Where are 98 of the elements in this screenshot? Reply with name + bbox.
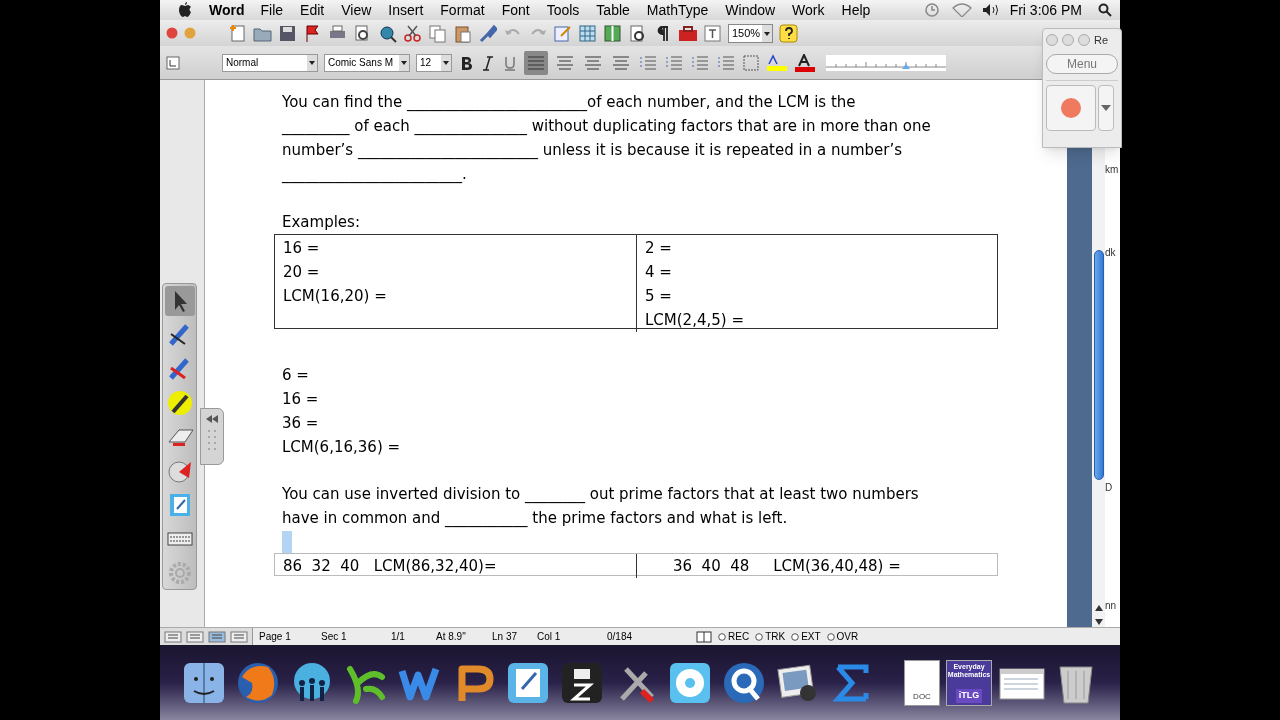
close-icon[interactable] [166, 27, 178, 39]
style-dropdown[interactable]: Normal [222, 53, 318, 72]
menu-item[interactable]: Edit [300, 0, 325, 21]
text-cursor-selection [282, 531, 292, 553]
menu-item[interactable]: Table [596, 0, 630, 21]
paste-icon[interactable] [453, 23, 472, 43]
status-mode-toggle[interactable]: OVR [826, 629, 859, 644]
dictionary-icon[interactable] [696, 630, 712, 643]
window-text-fragment: dk [1105, 247, 1117, 259]
align-left-icon[interactable] [524, 50, 548, 75]
status-field: 1/1 [385, 629, 430, 644]
pointer-icon[interactable] [164, 286, 195, 316]
font-dropdown[interactable]: Comic Sans M [324, 53, 410, 72]
grip-icon [207, 429, 217, 453]
new-document-icon[interactable] [228, 23, 247, 43]
search-icon[interactable] [1098, 3, 1112, 17]
status-mode-toggle[interactable]: REC [718, 629, 750, 644]
table-cell-line: 20 = [283, 262, 320, 283]
scroll-up-icon[interactable] [1094, 605, 1103, 611]
dock-icon-label: DOC [913, 690, 931, 703]
menu-item[interactable]: Work [792, 0, 825, 21]
radio-icon [791, 632, 800, 641]
window-text-fragment: nn [1105, 600, 1118, 612]
record-options-button[interactable] [1098, 85, 1114, 131]
window-title: Re [1094, 32, 1109, 48]
exercise-line: 6 = [282, 365, 309, 386]
paragraph: You can use inverted division to ________ out prime factors that at least two numbers have in common and ___________ the prime factors and what is left. [282, 484, 919, 530]
status-mode-toggle[interactable]: TRK [755, 629, 786, 644]
edit-document-icon[interactable] [553, 23, 572, 43]
radio-icon [755, 632, 764, 641]
font-color-icon[interactable] [794, 53, 816, 72]
toolbox-icon[interactable] [678, 23, 697, 43]
radio-icon [718, 632, 726, 641]
menu-item[interactable]: Format [440, 0, 485, 21]
menu-item[interactable]: Insert [388, 0, 424, 21]
toolbar-collapse-tab[interactable] [200, 408, 224, 465]
scrollbar-thumb[interactable] [1093, 250, 1104, 480]
dock-icon-label: iTLG [955, 689, 983, 703]
apple-icon[interactable] [178, 2, 192, 18]
copy-icon[interactable] [428, 23, 447, 43]
status-field: 0/184 [601, 629, 696, 644]
app-menu[interactable]: Word [209, 0, 245, 21]
clock-icon[interactable] [923, 2, 940, 18]
menu-bar-clock: Fri 3:06 PM [1009, 0, 1082, 20]
menu-item[interactable]: Window [725, 0, 776, 21]
caret-icon [1101, 105, 1111, 111]
table-cell-line: 4 = [645, 262, 672, 283]
table-cell-line: 2 = [645, 238, 672, 259]
help-icon[interactable] [779, 23, 799, 43]
flag-icon[interactable] [303, 23, 322, 43]
exercise-line: 16 = [282, 389, 319, 410]
table-cell-text: 36 40 48 LCM(36,40,48) = [673, 556, 901, 577]
italic-icon[interactable] [480, 54, 496, 71]
exercise-line: LCM(6,16,36) = [282, 437, 401, 458]
paintbrush-icon[interactable] [478, 23, 497, 43]
highlight-icon[interactable] [766, 53, 788, 72]
menu-item[interactable]: MathType [646, 0, 709, 21]
table-cell-line: 5 = [645, 286, 672, 307]
table-cell-line: LCM(16,20) = [283, 286, 387, 307]
status-field: Sec 1 [315, 629, 385, 644]
double-left-arrow-icon [206, 415, 218, 423]
menu-item[interactable]: View [341, 0, 372, 21]
zoom-dropdown[interactable]: 150% [728, 23, 774, 43]
record-icon [1060, 97, 1082, 119]
document-zoom-icon[interactable] [628, 23, 647, 43]
table-cell-line: 16 = [283, 238, 320, 259]
status-field: At 8.9" [430, 629, 486, 644]
section-heading: Examples: [282, 212, 360, 233]
status-field: Col 1 [531, 629, 601, 644]
speaker-icon[interactable] [981, 3, 1000, 17]
menu-item[interactable]: Font [501, 0, 530, 21]
table-cell-line: LCM(2,4,5) = [645, 310, 744, 331]
save-icon[interactable] [278, 23, 297, 43]
menu-item[interactable]: Tools [546, 0, 580, 21]
table-icon[interactable] [578, 23, 597, 43]
columns-icon[interactable] [603, 23, 622, 43]
table-cell-text: 86 32 40 LCM(86,32,40)= [283, 556, 497, 577]
menu-item[interactable]: Help [841, 0, 871, 21]
document-dock-icon[interactable]: DOC [904, 659, 940, 706]
underline-icon[interactable] [502, 54, 518, 71]
wifi-icon[interactable] [951, 3, 972, 17]
status-mode-toggle[interactable]: EXT [791, 629, 821, 644]
window-text-fragment: D [1105, 482, 1114, 494]
menu-button[interactable]: Menu [1046, 54, 1118, 74]
ruler-toggle-icon[interactable] [166, 55, 180, 70]
globe-search-icon[interactable] [378, 23, 397, 43]
font-size-dropdown[interactable]: 12 [416, 53, 452, 72]
text-box-icon[interactable] [703, 23, 722, 43]
paragraph: You can find the ________________________of each number, and the LCM is the _________ of each _______________ without duplicating factors that are in more than one number’s ________________________ unless it is because it is repeated in a number’s ________________________. [282, 92, 931, 186]
radio-icon [826, 632, 835, 641]
menu-item[interactable]: File [260, 0, 284, 21]
status-field: Ln 37 [486, 629, 531, 644]
exercise-line: 36 = [282, 413, 319, 434]
window-text-fragment: km [1105, 164, 1120, 176]
scroll-down-icon[interactable] [1094, 619, 1103, 625]
page-layout-view-icon[interactable] [208, 630, 226, 643]
status-field: Page 1 [253, 629, 315, 644]
scissors-icon[interactable] [403, 23, 422, 43]
